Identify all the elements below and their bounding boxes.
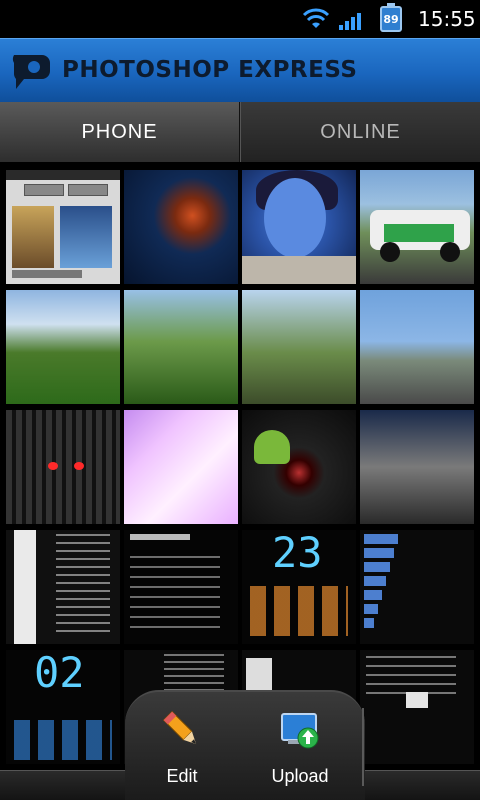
thumbnail-clock-digits: 23 <box>272 530 323 577</box>
app-title: PHOTOSHOP EXPRESS <box>62 57 358 83</box>
tab-phone-label: PHONE <box>81 120 158 143</box>
photo-thumbnail[interactable] <box>242 410 356 524</box>
app-header: PHOTOSHOP EXPRESS <box>0 38 480 102</box>
photo-thumbnail[interactable] <box>6 290 120 404</box>
photo-thumbnail[interactable] <box>6 170 120 284</box>
upload-icon <box>281 713 319 749</box>
photo-thumbnail[interactable] <box>360 170 474 284</box>
battery-icon: 89 <box>380 3 402 32</box>
photoshop-express-logo <box>12 55 50 89</box>
thumbnail-clock-digits: 02 <box>34 650 85 697</box>
upload-button[interactable]: Upload <box>245 704 355 794</box>
photo-thumbnail[interactable] <box>242 170 356 284</box>
photo-thumbnail[interactable] <box>360 410 474 524</box>
photo-thumbnail[interactable] <box>360 530 474 644</box>
photo-thumbnail[interactable] <box>242 290 356 404</box>
photo-thumbnail[interactable] <box>6 530 120 644</box>
edit-label: Edit <box>166 766 198 786</box>
photo-thumbnail[interactable]: 23 <box>242 530 356 644</box>
battery-level: 89 <box>383 12 399 26</box>
photo-thumbnail[interactable] <box>360 290 474 404</box>
wifi-icon <box>302 8 330 28</box>
edit-button[interactable]: Edit <box>127 704 237 794</box>
photo-thumbnail[interactable] <box>124 410 238 524</box>
photo-thumbnail[interactable] <box>6 410 120 524</box>
photo-thumbnail[interactable] <box>124 170 238 284</box>
status-bar: 89 15:55 <box>0 0 480 38</box>
upload-label: Upload <box>271 766 329 786</box>
action-bar: Edit Upload <box>0 690 480 800</box>
action-tray: Edit Upload <box>125 690 365 800</box>
clock: 15:55 <box>418 7 476 31</box>
pencil-icon <box>162 710 197 745</box>
cell-signal-icon <box>339 13 361 30</box>
photo-thumbnail[interactable] <box>124 530 238 644</box>
tab-online[interactable]: ONLINE <box>240 102 480 162</box>
action-divider <box>362 708 364 786</box>
tab-online-label: ONLINE <box>320 120 401 143</box>
tab-phone[interactable]: PHONE <box>0 102 240 162</box>
tab-bar: PHONE ONLINE <box>0 102 480 162</box>
photo-thumbnail[interactable] <box>124 290 238 404</box>
